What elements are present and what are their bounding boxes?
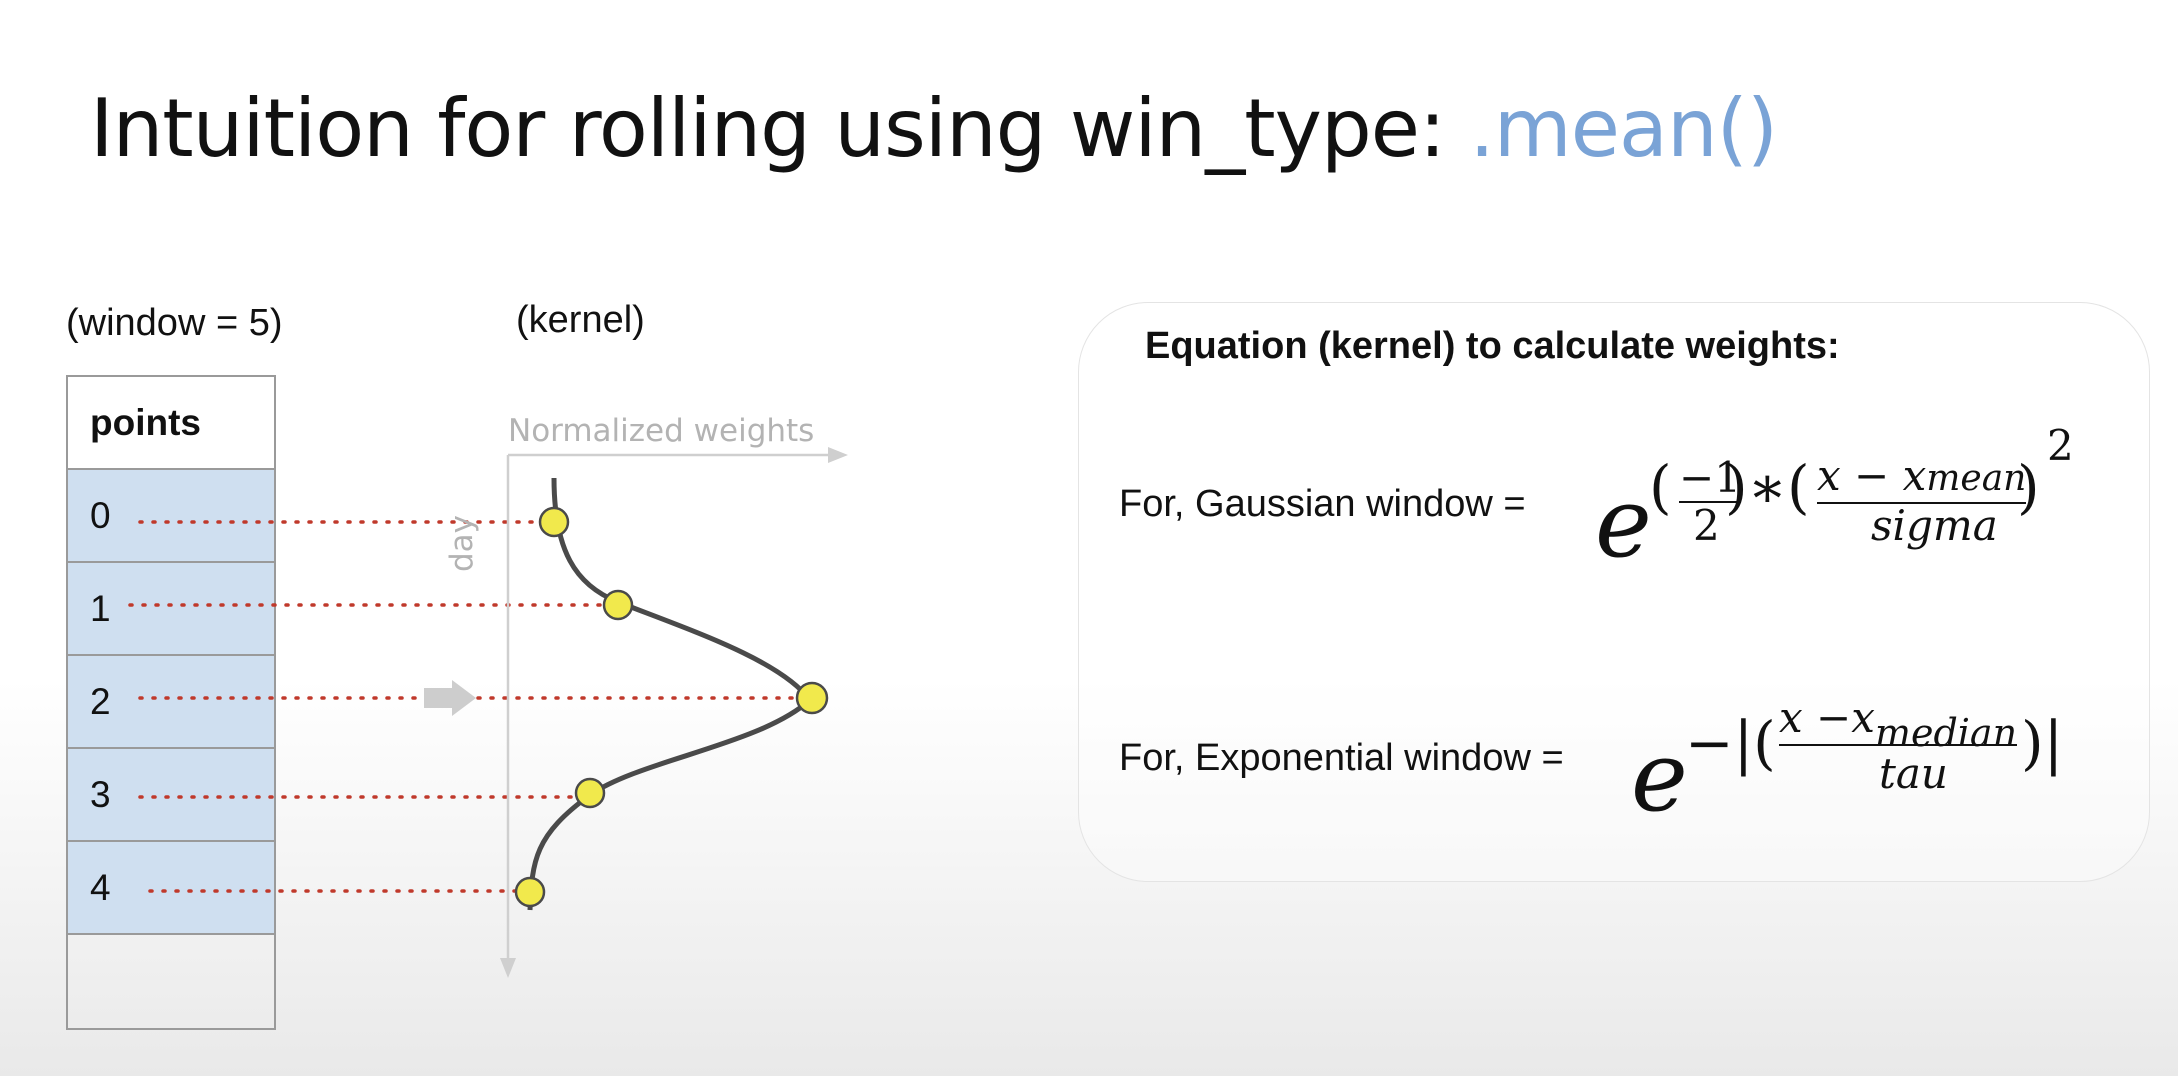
x-axis-label: Normalized weights — [508, 413, 814, 449]
weight-point-1 — [602, 589, 634, 621]
exponential-base: e — [1631, 721, 1688, 833]
kernel-curve — [527, 477, 814, 911]
exponential-exp-close: )| — [2021, 709, 2064, 777]
exponential-frac-num: x −xmedian — [1779, 693, 2018, 755]
y-axis-arrowhead-icon — [500, 958, 516, 978]
exponential-frac-den: tau — [1879, 749, 1948, 798]
gaussian-label: For, Gaussian window = — [1119, 483, 1526, 525]
gaussian-exp-close: ) — [2017, 453, 2040, 521]
gaussian-frac2-num-main: x − x — [1817, 451, 1927, 500]
exponential-frac-num-main: x −x — [1779, 693, 1875, 742]
weight-point-4 — [514, 876, 546, 908]
gaussian-frac2-num: x − xmean — [1817, 451, 2027, 504]
equation-heading: Equation (kernel) to calculate weights: — [1145, 325, 1840, 367]
exponential-label: For, Exponential window = — [1119, 737, 1564, 779]
weight-point-0 — [538, 506, 570, 538]
gaussian-exp-mid: )∗( — [1725, 453, 1810, 521]
weight-point-2 — [795, 681, 829, 715]
gaussian-base: e — [1595, 467, 1652, 579]
y-axis-label: day — [444, 515, 480, 572]
gaussian-frac1-den: 2 — [1693, 501, 1720, 550]
weight-point-3 — [574, 777, 606, 809]
equation-panel: Equation (kernel) to calculate weights: … — [1078, 302, 2150, 882]
gaussian-power: 2 — [2047, 421, 2074, 470]
gaussian-frac2-den: sigma — [1871, 501, 1998, 550]
gaussian-exp-open: ( — [1649, 453, 1672, 521]
exponential-exp-open: −|( — [1685, 709, 1776, 777]
right-arrow-icon — [424, 680, 476, 716]
gaussian-frac2-num-sub: mean — [1926, 458, 2027, 499]
x-axis-arrowhead-icon — [828, 447, 848, 463]
